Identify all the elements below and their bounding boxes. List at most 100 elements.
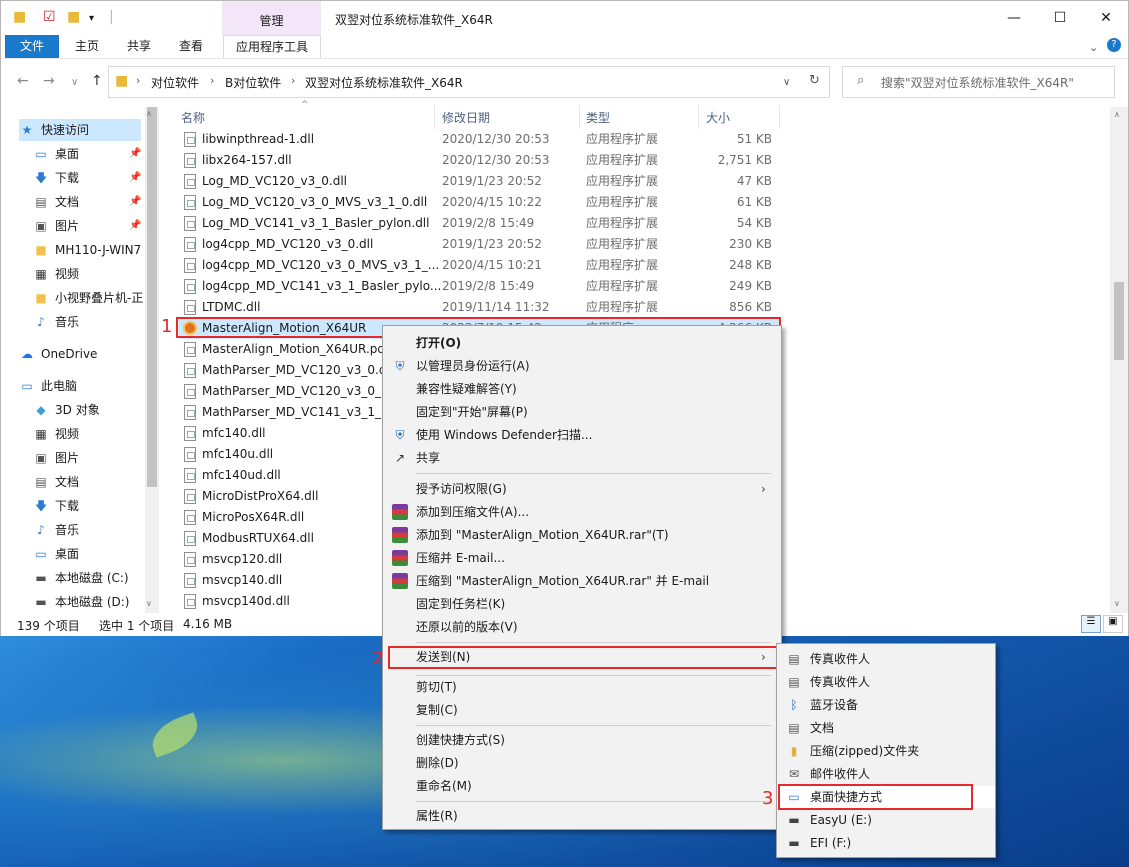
forward-icon[interactable]: → [43,73,55,89]
close-button[interactable]: ✕ [1083,5,1129,31]
sidebar-item[interactable]: ▣ 图片 [33,447,155,469]
scroll-down-icon[interactable]: ∨ [146,599,152,608]
context-menu-item[interactable]: 剪切(T) [383,676,781,698]
pin-icon[interactable]: 📌 [129,172,141,183]
scroll-down-icon[interactable]: ∨ [1114,599,1120,608]
sidebar-item[interactable]: ▬ 本地磁盘 (D:) [33,591,155,613]
column-header-date[interactable]: 修改日期 [442,109,490,126]
details-view-button[interactable]: ☰ [1081,615,1101,633]
file-row[interactable]: log4cpp_MD_VC141_v3_1_Basler_pylo... 2019… [179,276,779,297]
column-divider[interactable] [698,105,699,129]
context-menu-item[interactable]: 添加到压缩文件(A)... [383,501,781,523]
context-menu-item[interactable]: 添加到 "MasterAlign_Motion_X64UR.rar"(T) [383,524,781,546]
send-to-item[interactable]: ✉ 邮件收件人 [777,763,995,785]
context-menu-item[interactable]: 重命名(M) [383,775,781,797]
file-row[interactable]: log4cpp_MD_VC120_v3_0.dll 2019/1/23 20:52… [179,234,779,255]
context-menu-item[interactable]: ↗ 共享 [383,447,781,469]
column-divider[interactable] [434,105,435,129]
column-divider[interactable] [779,105,780,129]
send-to-item[interactable]: ▤ 传真收件人 [777,648,995,670]
file-row[interactable]: libwinpthread-1.dll 2020/12/30 20:53 应用程序扩… [179,129,779,150]
column-header-name[interactable]: 名称 [181,109,205,126]
sidebar-item[interactable]: ▤ 文档 [33,471,155,493]
file-row[interactable]: Log_MD_VC120_v3_0_MVS_v3_1_0.dll 2020/4/1… [179,192,779,213]
breadcrumb-separator-icon[interactable]: › [291,74,295,87]
tab-view[interactable]: 查看 [171,35,211,58]
sidebar-item[interactable]: ☁ OneDrive [19,343,141,365]
file-row[interactable]: LTDMC.dll 2019/11/14 11:32 应用程序扩展 856 KB [179,297,779,318]
help-icon[interactable]: ? [1107,38,1121,52]
breadcrumb-separator-icon[interactable]: › [136,74,140,87]
file-list-scrollbar[interactable] [1110,107,1128,613]
back-icon[interactable]: ← [17,73,29,89]
send-to-item[interactable]: ▤ 文档 [777,717,995,739]
address-dropdown-icon[interactable]: ∨ [783,77,790,88]
sidebar-item[interactable]: ◆ 3D 对象 [33,399,155,421]
sidebar-item[interactable]: ▭ 桌面 [33,543,155,565]
sidebar-item[interactable]: 🡇 下载 [33,495,155,517]
minimize-button[interactable]: — [991,5,1037,31]
customize-quick-access-icon[interactable]: ▾ [89,13,94,24]
manage-tab[interactable]: 管理 [222,12,321,29]
pin-icon[interactable]: 📌 [129,220,141,231]
context-menu-item[interactable]: 属性(R) [383,805,781,827]
up-icon[interactable]: ↑ [91,73,103,89]
sidebar-item[interactable]: ▦ 视频 [33,423,155,445]
column-header-type[interactable]: 类型 [586,109,610,126]
tab-file[interactable]: 文件 [5,35,59,58]
scroll-up-icon[interactable]: ∧ [1114,110,1120,119]
breadcrumb-separator-icon[interactable]: › [210,74,214,87]
send-to-item[interactable]: ▮ 压缩(zipped)文件夹 [777,740,995,762]
sidebar-item[interactable]: ▭ 此电脑 [19,375,141,397]
column-header-size[interactable]: 大小 [706,109,730,126]
breadcrumb-item[interactable]: 对位软件 [151,74,199,91]
address-bar[interactable] [108,66,830,98]
nav-scrollbar[interactable] [145,107,159,613]
file-row[interactable]: Log_MD_VC141_v3_1_Basler_pylon.dll 2019/2… [179,213,779,234]
column-divider[interactable] [579,105,580,129]
chevron-down-icon[interactable]: ⌄ [1089,41,1098,54]
large-icons-view-button[interactable]: ▣ [1103,615,1123,633]
scroll-up-icon[interactable]: ∧ [146,109,152,118]
nav-scrollbar-thumb[interactable] [147,107,157,487]
maximize-button[interactable]: ☐ [1037,5,1083,31]
context-menu-item[interactable]: 压缩并 E-mail... [383,547,781,569]
send-to-item[interactable]: ▬ EasyU (E:) [777,809,995,831]
send-to-item[interactable]: ▬ EFI (F:) [777,832,995,854]
recent-chevron-icon[interactable]: ∨ [71,77,78,88]
context-menu-item[interactable]: ⛨ 以管理员身份运行(A) [383,355,781,377]
context-menu-item[interactable]: ⛨ 使用 Windows Defender扫描... [383,424,781,446]
send-to-item[interactable]: ▤ 传真收件人 [777,671,995,693]
file-row[interactable]: Log_MD_VC120_v3_0.dll 2019/1/23 20:52 应用程序… [179,171,779,192]
context-menu-item[interactable]: 复制(C) [383,699,781,721]
breadcrumb-item[interactable]: 双翌对位系统标准软件_X64R [305,74,463,91]
file-list-scrollbar-thumb[interactable] [1114,282,1124,360]
context-menu-item[interactable]: 还原以前的版本(V) [383,616,781,638]
sidebar-item[interactable]: ■ 小视野叠片机-正 [33,287,155,309]
context-menu-item[interactable]: 固定到"开始"屏幕(P) [383,401,781,423]
context-menu-item[interactable]: 创建快捷方式(S) [383,729,781,751]
sidebar-item[interactable]: ▬ 本地磁盘 (C:) [33,567,155,589]
file-row[interactable]: libx264-157.dll 2020/12/30 20:53 应用程序扩展 2,7… [179,150,779,171]
context-menu-item[interactable]: 兼容性疑难解答(Y) [383,378,781,400]
context-menu-item[interactable]: 压缩到 "MasterAlign_Motion_X64UR.rar" 并 E-m… [383,570,781,592]
pin-icon[interactable]: 📌 [129,196,141,207]
file-row[interactable]: log4cpp_MD_VC120_v3_0_MVS_v3_1_... 2020/4… [179,255,779,276]
properties-icon[interactable]: ☑ [43,9,56,25]
sidebar-item[interactable]: ▦ 视频 [33,263,155,285]
tab-application-tools[interactable]: 应用程序工具 [223,35,321,58]
sidebar-item[interactable]: ■ MH110-J-WIN7 [33,239,155,261]
pin-icon[interactable]: 📌 [129,148,141,159]
context-menu-item[interactable]: 删除(D) [383,752,781,774]
sidebar-item[interactable]: ♪ 音乐 [33,519,155,541]
tab-home[interactable]: 主页 [67,35,107,58]
new-folder-icon[interactable]: ■ [67,9,80,25]
tab-share[interactable]: 共享 [119,35,159,58]
sidebar-item[interactable]: ♪ 音乐 [33,311,155,333]
context-menu-item[interactable]: 打开(O) [383,332,781,354]
send-to-item[interactable]: ᛒ 蓝牙设备 [777,694,995,716]
context-menu-item[interactable]: 固定到任务栏(K) [383,593,781,615]
context-menu-item[interactable]: 授予访问权限(G) › [383,478,781,500]
refresh-icon[interactable]: ↻ [809,73,820,88]
sidebar-item[interactable]: ★ 快速访问 [19,119,141,141]
